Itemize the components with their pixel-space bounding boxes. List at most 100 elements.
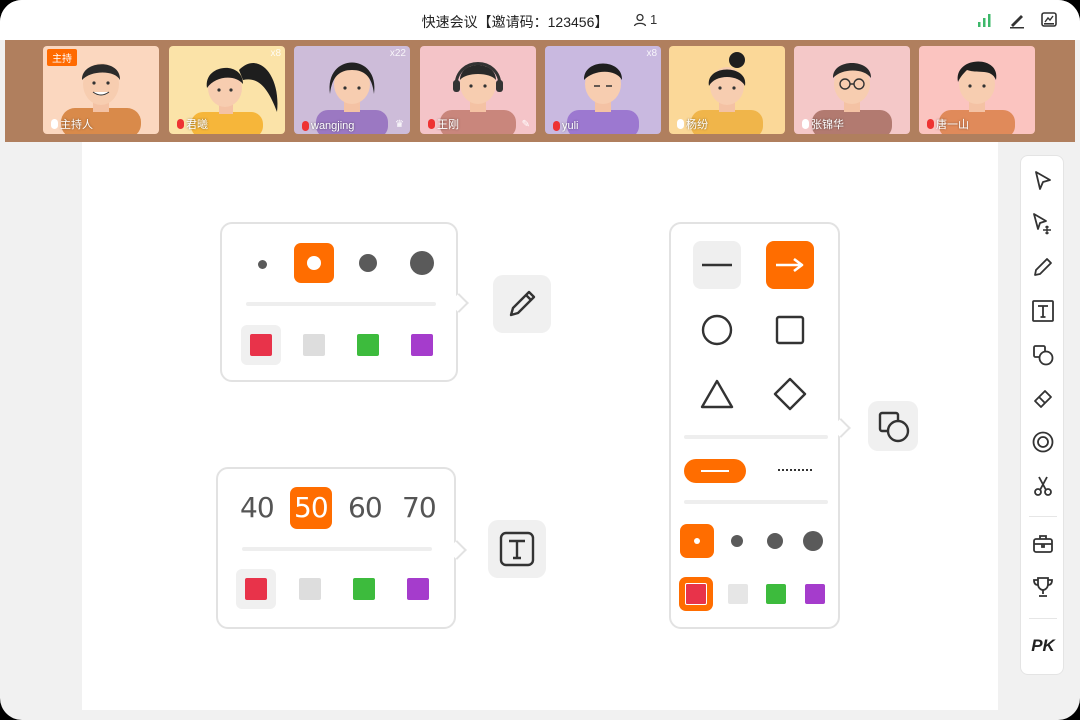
meeting-title: 快速会议【邀请码：123456】 xyxy=(421,14,609,30)
stroke-size-small-selected[interactable] xyxy=(680,524,714,558)
move-select-tool[interactable] xyxy=(1031,212,1055,236)
participant-name: 王刚 xyxy=(428,116,459,132)
font-size-option[interactable]: 60 xyxy=(348,491,383,524)
edit-icon[interactable] xyxy=(1008,11,1026,29)
status-icons xyxy=(976,11,1058,29)
participant-name: yuli xyxy=(553,120,579,132)
shape-line[interactable] xyxy=(693,241,741,289)
whiteboard-icon[interactable] xyxy=(1040,11,1058,29)
participant-name: 唐一山 xyxy=(927,116,969,132)
stroke-size-medium-selected[interactable] xyxy=(294,243,334,283)
pen-tool-bubble[interactable] xyxy=(493,275,551,333)
scissors-icon xyxy=(1034,476,1052,496)
shape-tool-bubble[interactable] xyxy=(868,401,918,451)
color-selected-frame[interactable] xyxy=(679,577,713,611)
shape-circle[interactable] xyxy=(693,306,741,354)
likes-count: x22 xyxy=(389,48,406,59)
eraser-icon xyxy=(1034,390,1052,408)
line-style-dotted[interactable] xyxy=(778,469,812,471)
stroke-size-xlarge[interactable] xyxy=(410,251,434,275)
shape-options-popup xyxy=(669,222,851,629)
participant-tile[interactable]: 王刚 ✎ xyxy=(420,46,536,134)
shapes-icon xyxy=(878,411,910,443)
participant-name: 君曦 xyxy=(177,116,208,132)
shape-arrow-selected[interactable] xyxy=(766,241,814,289)
crown-icon: ♛ xyxy=(395,119,404,130)
pencil-icon: ✎ xyxy=(521,119,530,130)
select-tool[interactable] xyxy=(1031,169,1055,193)
color-purple[interactable] xyxy=(407,578,429,600)
color-gray[interactable] xyxy=(299,578,321,600)
microphone-muted-icon xyxy=(428,119,435,129)
color-red[interactable] xyxy=(245,578,267,600)
participant-tile[interactable]: x8 yuli xyxy=(545,46,661,134)
laser-pointer-tool[interactable] xyxy=(1031,430,1055,454)
stroke-size-large[interactable] xyxy=(767,533,783,549)
shapes-tool[interactable] xyxy=(1031,343,1055,367)
font-size-option[interactable]: 40 xyxy=(240,491,275,524)
participant-count-value: 1 xyxy=(650,12,658,27)
text-options-popup: 40 50 60 70 xyxy=(216,467,467,629)
pencil-icon xyxy=(1034,258,1052,276)
text-icon xyxy=(499,531,535,567)
stroke-size-small[interactable] xyxy=(258,260,267,269)
person-icon xyxy=(633,13,647,26)
color-green[interactable] xyxy=(357,334,379,356)
participant-tile[interactable]: 张锦华 xyxy=(794,46,910,134)
likes-count: x8 xyxy=(646,48,657,59)
participant-tile[interactable]: 唐一山 xyxy=(919,46,1035,134)
participant-tile[interactable]: 主持 主持人 xyxy=(43,46,159,134)
font-size-option[interactable]: 70 xyxy=(402,491,437,524)
trophy-icon xyxy=(1033,577,1053,597)
cursor-move-icon xyxy=(1033,213,1051,235)
laser-pointer-icon xyxy=(1032,431,1054,453)
toolbox-tool[interactable] xyxy=(1031,532,1055,556)
whiteboard-toolbar: PK xyxy=(1020,155,1064,675)
pen-options-popup xyxy=(220,222,469,382)
color-green[interactable] xyxy=(353,578,375,600)
color-gray[interactable] xyxy=(303,334,325,356)
color-gray[interactable] xyxy=(728,584,748,604)
cursor-icon xyxy=(1035,171,1051,190)
participant-strip: 主持 主持人 x8 君曦 x22 wangjing ♛ 王刚 ✎ x8 yuli… xyxy=(5,40,1075,142)
toolbox-icon xyxy=(1033,535,1053,553)
text-tool[interactable] xyxy=(1031,299,1055,323)
microphone-icon xyxy=(802,119,809,129)
font-size-option-selected[interactable]: 50 xyxy=(294,491,329,524)
line-style-solid-selected[interactable] xyxy=(684,459,746,483)
participant-count[interactable]: 1 xyxy=(633,12,657,27)
signal-icon xyxy=(976,11,994,29)
scissors-tool[interactable] xyxy=(1031,474,1055,498)
shapes-icon xyxy=(1033,345,1054,366)
shape-square[interactable] xyxy=(766,306,814,354)
color-green[interactable] xyxy=(766,584,786,604)
shape-triangle[interactable] xyxy=(693,370,741,418)
color-purple[interactable] xyxy=(805,584,825,604)
microphone-icon xyxy=(677,119,684,129)
stroke-size-large[interactable] xyxy=(359,254,377,272)
participant-tile[interactable]: x22 wangjing ♛ xyxy=(294,46,410,134)
participant-tile[interactable]: x8 君曦 xyxy=(169,46,285,134)
color-selected-frame[interactable] xyxy=(236,569,276,609)
likes-count: x8 xyxy=(270,48,281,59)
participant-tile[interactable]: 杨纷 xyxy=(669,46,785,134)
text-tool-bubble[interactable] xyxy=(488,520,546,578)
color-purple[interactable] xyxy=(411,334,433,356)
text-icon xyxy=(1032,300,1054,322)
participant-name: wangjing xyxy=(302,120,354,132)
stroke-size-xlarge[interactable] xyxy=(803,531,823,551)
pen-tool[interactable] xyxy=(1031,255,1055,279)
eraser-tool[interactable] xyxy=(1031,386,1055,410)
participant-name: 杨纷 xyxy=(677,116,708,132)
microphone-icon xyxy=(51,119,58,129)
color-selected-frame[interactable] xyxy=(241,325,281,365)
top-bar: 快速会议【邀请码：123456】 1 xyxy=(0,0,1080,40)
stroke-size-medium[interactable] xyxy=(731,535,743,547)
color-red[interactable] xyxy=(685,583,707,605)
pk-button[interactable]: PK xyxy=(1029,636,1057,656)
host-badge: 主持 xyxy=(47,49,77,66)
trophy-tool[interactable] xyxy=(1031,575,1055,599)
shape-diamond[interactable] xyxy=(766,370,814,418)
color-red[interactable] xyxy=(250,334,272,356)
microphone-muted-icon xyxy=(927,119,934,129)
